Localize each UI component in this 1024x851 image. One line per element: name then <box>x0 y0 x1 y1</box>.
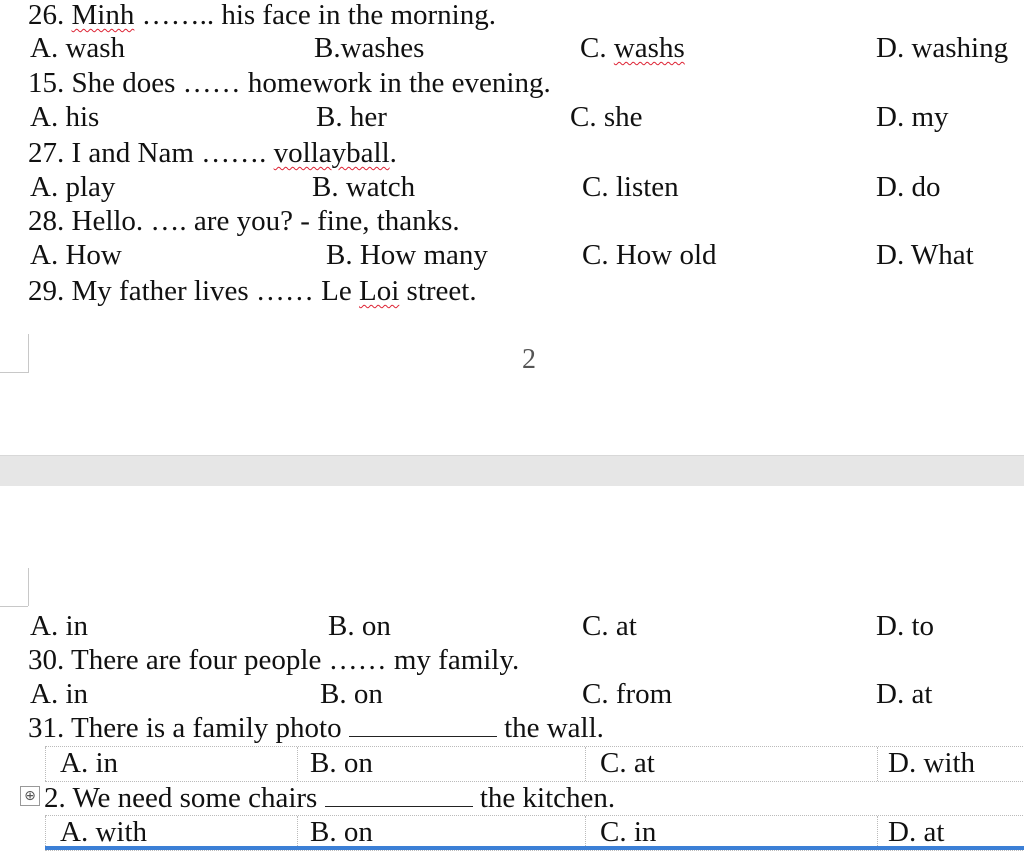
option-c[interactable]: C. from <box>582 677 672 711</box>
option-d[interactable]: D. at <box>876 677 932 711</box>
page-gap <box>0 455 1024 487</box>
option-b[interactable]: B. How many <box>326 238 488 272</box>
page-corner-line <box>0 606 28 607</box>
option-a[interactable]: A. play <box>30 170 115 204</box>
option-c[interactable]: C. washs <box>580 31 685 65</box>
question-text-end: street. <box>399 275 477 307</box>
question-28-stem[interactable]: 28. Hello. …. are you? - fine, thanks. <box>28 204 460 238</box>
question-15-stem[interactable]: 15. She does …… homework in the evening. <box>28 66 551 100</box>
option-a[interactable]: A. in <box>30 677 88 711</box>
option-c[interactable]: C. in <box>600 815 656 849</box>
option-d[interactable]: D. at <box>888 815 944 849</box>
table-cell-border <box>877 816 878 850</box>
option-d[interactable]: D. What <box>876 238 974 272</box>
option-d[interactable]: D. to <box>876 609 934 643</box>
option-d[interactable]: D. do <box>876 170 940 204</box>
option-b[interactable]: B. on <box>310 746 373 780</box>
question-27-stem[interactable]: 27. I and Nam ……. vollayball. <box>28 136 397 170</box>
option-a[interactable]: A. in <box>30 609 88 643</box>
table-cell-border <box>877 747 878 781</box>
question-text-end: the wall. <box>496 712 604 744</box>
option-c[interactable]: C. at <box>600 746 655 780</box>
question-26-stem[interactable]: 26. Minh …….. his face in the morning. <box>28 0 496 32</box>
question-30-stem[interactable]: 30. There are four people …… my family. <box>28 643 519 677</box>
option-b[interactable]: B. on <box>328 609 391 643</box>
question-text: 31. There is a family photo <box>28 712 349 744</box>
selection-bar <box>45 846 1024 850</box>
question-number: 26. <box>28 0 72 31</box>
answer-blank <box>324 784 473 807</box>
option-a[interactable]: A. his <box>30 100 99 134</box>
table-cell-border <box>45 816 46 850</box>
option-c[interactable]: C. How old <box>582 238 717 272</box>
question-text-end: the kitchen. <box>472 782 616 814</box>
question-31-stem[interactable]: 31. There is a family photo the wall. <box>28 711 604 745</box>
misspelled-word: washs <box>613 32 685 64</box>
question-32-stem[interactable]: 2. We need some chairs the kitchen. <box>44 781 615 815</box>
option-a[interactable]: A. How <box>30 238 122 272</box>
question-text: …….. his face in the morning. <box>134 0 496 31</box>
option-c[interactable]: C. listen <box>582 170 679 204</box>
table-cell-border <box>585 816 586 850</box>
question-text: 2. We need some chairs <box>44 782 325 814</box>
question-text-end: . <box>389 137 397 169</box>
option-b[interactable]: B. watch <box>312 170 415 204</box>
option-b[interactable]: B. her <box>316 100 387 134</box>
option-b[interactable]: B. on <box>320 677 383 711</box>
option-a[interactable]: A. with <box>60 815 147 849</box>
question-29-stem[interactable]: 29. My father lives …… Le Loi street. <box>28 274 477 308</box>
table-move-handle-icon[interactable]: ⊕ <box>20 786 40 806</box>
option-a[interactable]: A. in <box>60 746 118 780</box>
option-d[interactable]: D. washing <box>876 31 1008 65</box>
page-corner-mark <box>0 334 29 373</box>
misspelled-word: Minh <box>71 0 135 31</box>
option-c[interactable]: C. she <box>570 100 643 134</box>
misspelled-word: Loi <box>359 275 400 307</box>
page-corner-mark <box>0 568 29 606</box>
table-cell-border <box>297 747 298 781</box>
question-text: 27. I and Nam ……. <box>28 137 274 169</box>
option-a[interactable]: A. wash <box>30 31 125 65</box>
option-c[interactable]: C. at <box>582 609 637 643</box>
option-c-prefix: C. <box>580 32 614 64</box>
option-d[interactable]: D. my <box>876 100 949 134</box>
options-table-row <box>45 746 1024 782</box>
table-cell-border <box>297 816 298 850</box>
table-cell-border <box>585 747 586 781</box>
option-d[interactable]: D. with <box>888 746 975 780</box>
table-cell-border <box>45 747 46 781</box>
answer-blank <box>348 714 497 737</box>
question-text: 29. My father lives …… Le <box>28 275 360 307</box>
option-b[interactable]: B.washes <box>314 31 424 65</box>
option-b[interactable]: B. on <box>310 815 373 849</box>
misspelled-word: vollayball <box>273 137 390 169</box>
page-number: 2 <box>522 344 536 375</box>
